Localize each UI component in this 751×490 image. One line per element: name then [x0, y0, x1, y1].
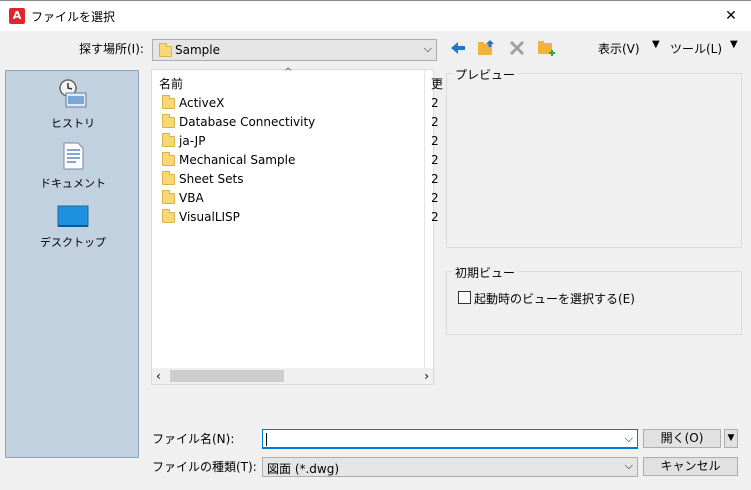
list-item[interactable]: ja-JP 2	[162, 132, 439, 151]
autocad-app-icon: A	[9, 8, 25, 24]
folder-icon	[162, 190, 175, 204]
list-item-date: 2	[431, 172, 439, 186]
documents-icon	[63, 142, 84, 170]
column-header-name[interactable]: 名前	[159, 75, 183, 92]
initial-view-group: 初期ビュー 起動時のビューを選択する(E)	[446, 264, 742, 335]
filename-input[interactable]: ⌵	[262, 429, 638, 449]
list-item-name: ja-JP	[179, 134, 206, 148]
list-item-date: 2	[431, 96, 439, 110]
list-item[interactable]: VisualLISP 2	[162, 208, 439, 227]
sort-ascending-icon: ^	[284, 67, 293, 78]
file-list-header[interactable]: ^ 名前 更	[152, 67, 443, 92]
close-button[interactable]: ✕	[711, 1, 751, 31]
folder-icon	[162, 152, 175, 166]
list-item[interactable]: Database Connectivity 2	[162, 113, 439, 132]
back-button[interactable]	[448, 38, 468, 58]
list-item-date: 2	[431, 134, 439, 148]
preview-group: プレビュー	[446, 66, 742, 248]
filetype-combo[interactable]: 図面 (*.dwg) ⌵	[262, 457, 638, 477]
folder-icon	[159, 43, 172, 57]
chevron-down-icon[interactable]: ⌵	[625, 432, 633, 446]
filetype-value: 図面 (*.dwg)	[267, 462, 340, 476]
preview-label: プレビュー	[453, 66, 518, 83]
list-item[interactable]: ActiveX 2	[162, 94, 439, 113]
desktop-icon	[57, 205, 89, 227]
scroll-left-icon[interactable]: ‹	[156, 369, 161, 383]
cancel-button[interactable]: キャンセル	[643, 457, 738, 476]
open-options-dropdown-icon[interactable]: ▼	[724, 429, 738, 448]
list-item-name: ActiveX	[179, 96, 225, 110]
column-header-date[interactable]: 更	[431, 75, 443, 92]
delete-icon	[509, 40, 525, 56]
folder-icon	[162, 171, 175, 185]
initial-view-label: 初期ビュー	[453, 264, 518, 281]
file-list[interactable]: ^ 名前 更 ActiveX 2 Database Connectivity 2…	[151, 67, 443, 385]
up-folder-button[interactable]	[476, 38, 496, 58]
look-in-label: 探す場所(I):	[79, 42, 144, 56]
folder-icon	[162, 114, 175, 128]
place-desktop-label: デスクトップ	[40, 236, 106, 249]
folder-icon	[162, 95, 175, 109]
title-bar: A ファイルを選択 ✕	[0, 1, 751, 31]
text-caret	[266, 433, 267, 446]
look-in-combo[interactable]: Sample ⌵	[152, 39, 437, 61]
history-icon	[59, 79, 87, 108]
chevron-down-icon: ⌵	[624, 459, 633, 472]
list-item[interactable]: Sheet Sets 2	[162, 170, 439, 189]
new-folder-icon	[538, 41, 555, 56]
list-item-name: VisualLISP	[179, 210, 240, 224]
select-initial-view-label[interactable]: 起動時のビューを選択する(E)	[474, 290, 635, 307]
chevron-down-icon: ⌵	[423, 42, 432, 55]
folder-icon	[162, 133, 175, 147]
look-in-value: Sample	[175, 43, 220, 57]
filename-label: ファイル名(N):	[152, 432, 235, 446]
delete-button[interactable]	[507, 38, 527, 58]
list-item-date: 2	[431, 210, 439, 224]
back-arrow-icon	[451, 42, 465, 54]
horizontal-scrollbar[interactable]: ‹ ›	[152, 368, 433, 384]
place-history[interactable]: ヒストリ	[6, 77, 140, 131]
tools-menu-arrow-icon[interactable]: ▼	[730, 39, 738, 50]
tools-menu[interactable]: ツール(L)	[670, 40, 722, 57]
window-title: ファイルを選択	[31, 10, 116, 24]
up-folder-icon	[478, 40, 494, 55]
view-menu[interactable]: 表示(V)	[598, 40, 640, 57]
list-item-date: 2	[431, 115, 439, 129]
file-dialog: A ファイルを選択 ✕ 探す場所(I): Sample ⌵ 表示(V) ▼ ツー…	[0, 0, 751, 490]
places-bar: ヒストリ ドキュメント デスクトップ	[5, 70, 139, 458]
place-history-label: ヒストリ	[51, 117, 95, 130]
select-initial-view-checkbox[interactable]	[458, 291, 471, 304]
folder-icon	[162, 209, 175, 223]
list-item[interactable]: Mechanical Sample 2	[162, 151, 439, 170]
list-item[interactable]: VBA 2	[162, 189, 439, 208]
place-documents-label: ドキュメント	[40, 177, 106, 190]
filetype-label: ファイルの種類(T):	[152, 460, 257, 474]
open-button[interactable]: 開く(O)	[643, 429, 721, 448]
list-item-name: VBA	[179, 191, 204, 205]
list-item-date: 2	[431, 153, 439, 167]
scrollbar-thumb[interactable]	[170, 370, 284, 382]
list-item-name: Mechanical Sample	[179, 153, 296, 167]
view-menu-arrow-icon[interactable]: ▼	[652, 39, 660, 50]
scroll-right-icon[interactable]: ›	[424, 369, 429, 383]
list-item-date: 2	[431, 191, 439, 205]
list-item-name: Sheet Sets	[179, 172, 244, 186]
place-documents[interactable]: ドキュメント	[6, 141, 140, 191]
new-folder-button[interactable]	[536, 38, 556, 58]
list-item-name: Database Connectivity	[179, 115, 316, 129]
place-desktop[interactable]: デスクトップ	[6, 204, 140, 250]
